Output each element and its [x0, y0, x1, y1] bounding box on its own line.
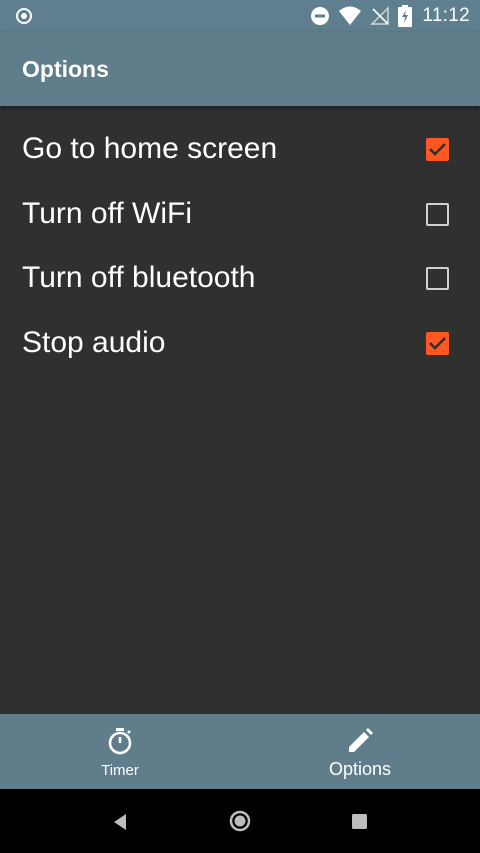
wifi-icon [338, 6, 362, 26]
turn-off-wifi-checkbox[interactable] [426, 202, 449, 226]
nav-item-options[interactable]: Options [240, 714, 480, 789]
pencil-icon [346, 727, 374, 755]
bottom-nav: Timer Options [0, 714, 480, 789]
page-title: Options [22, 56, 109, 82]
stop-audio-checkbox[interactable] [426, 331, 449, 355]
option-stop-audio[interactable]: Stop audio [0, 312, 480, 377]
turn-off-bluetooth-checkbox[interactable] [426, 267, 449, 290]
app-bar: Options [0, 32, 480, 106]
signal-off-icon [370, 6, 390, 26]
options-list: Go to home screen Turn off WiFi Turn off… [0, 118, 480, 376]
option-go-home[interactable]: Go to home screen [0, 118, 480, 183]
do-not-disturb-icon [310, 6, 330, 26]
recents-icon[interactable] [352, 814, 367, 834]
option-label: Turn off bluetooth [22, 261, 256, 294]
status-time: 11:12 [422, 5, 470, 26]
option-label: Stop audio [22, 325, 166, 359]
system-nav-bar [0, 789, 480, 853]
go-home-checkbox[interactable] [426, 138, 449, 161]
option-label: Turn off WiFi [22, 196, 193, 230]
back-icon[interactable] [112, 813, 128, 836]
nav-label-timer: Timer [101, 762, 139, 779]
option-label: Go to home screen [22, 132, 278, 165]
option-turn-off-wifi[interactable]: Turn off WiFi [0, 183, 480, 248]
nav-label-options: Options [328, 759, 392, 779]
home-icon[interactable] [229, 810, 251, 837]
stopwatch-icon [106, 727, 134, 755]
nav-item-timer[interactable]: Timer [0, 714, 240, 789]
option-turn-off-bluetooth[interactable]: Turn off bluetooth [0, 247, 480, 312]
location-target-icon [14, 6, 34, 26]
battery-charging-icon [398, 5, 413, 27]
status-bar: 11:12 [0, 0, 480, 32]
